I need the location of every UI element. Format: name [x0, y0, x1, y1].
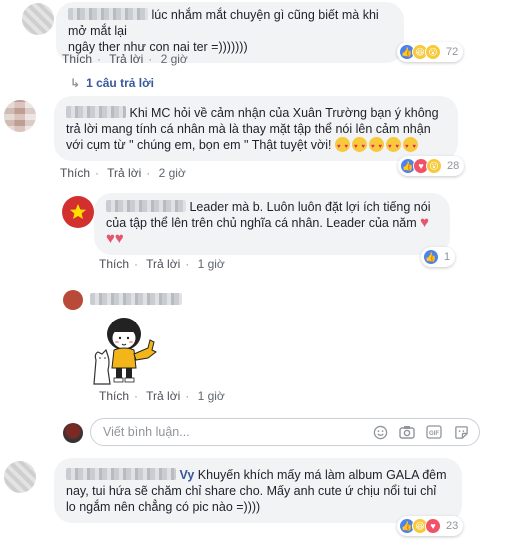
comment-text-line2: trả lời mang tính cá nhân mà là thay mặt… [66, 122, 431, 136]
comment-text-line2: nay, tui hứa sẽ chăm chỉ share cho. Mấy … [66, 484, 437, 498]
avatar[interactable] [63, 290, 83, 310]
smiley-icon[interactable] [372, 424, 388, 440]
comment-time[interactable]: 1 giờ [198, 389, 225, 403]
reaction-count: 1 [444, 251, 451, 263]
reply-button[interactable]: Trả lời [146, 389, 180, 403]
comment-time[interactable]: 2 giờ [159, 166, 186, 180]
wow-icon: 😮 [425, 44, 441, 60]
comment-bubble: Vy Khuyến khích mấy má làm album GALA đê… [54, 458, 462, 523]
reaction-summary[interactable]: 👍 ♥ 😮 28 [398, 156, 465, 176]
svg-text:GIF: GIF [429, 431, 439, 437]
comment-text-line1: Khuyến khích mấy má làm album GALA đêm [197, 468, 447, 482]
like-button[interactable]: Thích [60, 166, 90, 180]
reaction-count: 72 [446, 46, 459, 58]
love-icon: ♥ [425, 518, 441, 534]
heart-eyes-emoji [368, 137, 384, 155]
heart-eyes-emoji [402, 137, 418, 155]
camera-icon[interactable] [399, 424, 415, 440]
comment-time[interactable]: 2 giờ [161, 52, 188, 66]
composer-icons: GIF [372, 424, 469, 440]
avatar[interactable] [4, 100, 36, 132]
heart-eyes-emoji [385, 137, 401, 155]
heart-eyes-emoji [351, 137, 367, 155]
comment-actions: Thích · Trả lời · 2 giờ [62, 52, 188, 66]
reply-button[interactable]: Trả lời [146, 257, 180, 271]
like-button[interactable]: Thích [62, 52, 92, 66]
reply-arrow-icon: ↳ [70, 76, 81, 90]
reaction-count: 23 [446, 520, 459, 532]
sticker-image [93, 318, 157, 385]
comment-text-line2: của tập thể lên trên chủ nghĩa cá nhân. … [106, 216, 417, 230]
comment-actions: Thích · Trả lời · 1 giờ [99, 389, 225, 403]
comment-text-line3: lo ngắm nên chẳng có pic nào =)))) [66, 500, 261, 514]
comment-text-line1: Leader mà b. Luôn luôn đặt lợi ích tiếng… [189, 200, 431, 214]
comment-actions: Thích · Trả lời · 1 giờ [99, 257, 225, 271]
author-name[interactable] [66, 468, 176, 480]
comment-actions: Thích · Trả lời · 2 giờ [60, 166, 186, 180]
wow-icon: 😮 [426, 158, 442, 174]
reaction-summary[interactable]: 👍 😆 ♥ 23 [397, 516, 464, 536]
reply-input[interactable]: Viết bình luận... GIF [90, 418, 480, 446]
author-name[interactable] [90, 293, 182, 305]
reaction-summary[interactable]: 👍 😆 😮 72 [397, 42, 464, 62]
avatar[interactable] [22, 3, 54, 35]
heart-emoji: ♥ [114, 230, 124, 247]
comment-time[interactable]: 1 giờ [198, 257, 225, 271]
reaction-summary[interactable]: 👍 1 [421, 247, 456, 267]
author-name-visible[interactable]: Vy [179, 468, 194, 482]
reply-input-placeholder: Viết bình luận... [103, 425, 190, 439]
current-user-avatar [63, 423, 83, 443]
author-name[interactable] [68, 8, 148, 20]
reaction-count: 28 [447, 160, 460, 172]
avatar[interactable] [4, 461, 36, 493]
comment-text-line3: với cụm từ " chúng em, bọn em " Thật tuy… [66, 138, 332, 152]
like-button[interactable]: Thích [99, 389, 129, 403]
comment-bubble: Khi MC hỏi về cảm nhận của Xuân Trường b… [54, 96, 458, 161]
author-name[interactable] [66, 106, 126, 118]
sticker-icon[interactable] [453, 424, 469, 440]
comment-bubble: Leader mà b. Luôn luôn đặt lợi ích tiếng… [94, 193, 450, 255]
comment-text-line1: Khi MC hỏi về cảm nhận của Xuân Trường b… [129, 106, 439, 120]
heart-emoji: ♥ [420, 214, 430, 231]
heart-emoji: ♥ [106, 230, 115, 247]
like-icon: 👍 [423, 249, 439, 265]
like-button[interactable]: Thích [99, 257, 129, 271]
gif-icon[interactable]: GIF [426, 424, 442, 440]
heart-eyes-emoji [334, 137, 350, 155]
view-replies-link[interactable]: ↳ 1 câu trả lời [70, 76, 154, 90]
reply-button[interactable]: Trả lời [109, 52, 143, 66]
avatar[interactable] [62, 196, 94, 228]
author-name[interactable] [106, 200, 186, 212]
reply-button[interactable]: Trả lời [107, 166, 141, 180]
